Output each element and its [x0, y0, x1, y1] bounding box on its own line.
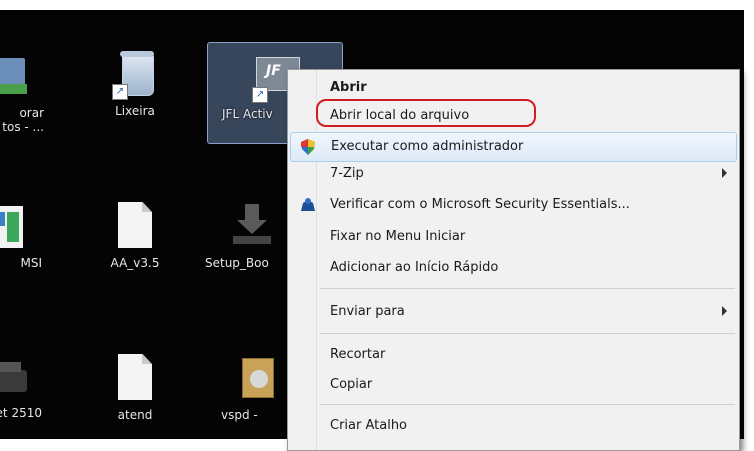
menu-item-label: Executar como administrador: [331, 139, 524, 154]
icon-label: et 2510: [0, 406, 42, 420]
icon-label: orar: [19, 106, 44, 120]
menu-item-label: Enviar para: [330, 304, 405, 319]
desktop-icon-atend[interactable]: atend: [95, 352, 175, 422]
desktop-icon-msi[interactable]: MSI: [0, 200, 46, 270]
desktop-icon-partial-top[interactable]: ↗ orar tos - ...: [0, 50, 46, 134]
menu-separator: [320, 288, 735, 289]
shortcut-arrow-icon: ↗: [252, 87, 268, 103]
application-icon: ↗: [0, 50, 29, 102]
security-essentials-icon: [300, 197, 315, 211]
menu-item-label: Verificar com o Microsoft Security Essen…: [330, 197, 630, 212]
installer-icon: [227, 200, 273, 252]
menu-item-abrir[interactable]: Abrir: [290, 74, 737, 102]
desktop-icon-aa-v35[interactable]: AA_v3.5: [95, 200, 175, 270]
menu-item-7-zip[interactable]: 7-Zip: [290, 160, 737, 188]
menu-item-criar-atalho[interactable]: Criar Atalho: [290, 412, 737, 440]
icon-label: vspd -: [221, 408, 258, 422]
menu-item-label: Criar Atalho: [330, 418, 408, 433]
menu-item-fixar-no-menu-iniciar[interactable]: Fixar no Menu Iniciar: [290, 223, 737, 251]
menu-separator: [320, 333, 735, 334]
image-border-top: [0, 0, 754, 10]
icon-label: MSI: [20, 256, 42, 270]
icon-label: Setup_Boo: [205, 256, 269, 270]
desktop-icon-lixeira[interactable]: ↗ Lixeira: [95, 48, 175, 118]
menu-item-enviar-para[interactable]: Enviar para: [290, 298, 737, 326]
desktop-icon-vspd[interactable]: vspd -: [215, 352, 295, 422]
recycle-bin-icon: ↗: [112, 48, 158, 100]
installer-package-icon: [232, 352, 278, 404]
menu-separator: [320, 404, 735, 405]
submenu-arrow-icon: [722, 168, 727, 178]
icon-label: Lixeira: [115, 104, 155, 118]
icon-label: AA_v3.5: [110, 256, 160, 270]
menu-item-recortar[interactable]: Recortar: [290, 341, 737, 369]
menu-item-label: Recortar: [330, 347, 386, 362]
icon-label: atend: [117, 408, 153, 422]
application-icon: [0, 200, 29, 252]
icon-label: tos - ...: [2, 120, 44, 134]
document-icon: [112, 352, 158, 404]
menu-item-label: Abrir: [330, 80, 367, 95]
menu-item-label: Copiar: [330, 377, 373, 392]
shortcut-arrow-icon: ↗: [112, 84, 128, 100]
menu-item-copiar[interactable]: Copiar: [290, 371, 737, 399]
menu-item-label: Adicionar ao Início Rápido: [330, 260, 499, 275]
annotation-highlight-ring: [316, 99, 536, 127]
image-border-right: [744, 0, 754, 439]
menu-item-adicionar-ao-inicio-rapido[interactable]: Adicionar ao Início Rápido: [290, 254, 737, 282]
menu-item-label: Fixar no Menu Iniciar: [330, 229, 466, 244]
menu-item-verificar-security-essentials[interactable]: Verificar com o Microsoft Security Essen…: [290, 191, 737, 219]
submenu-arrow-icon: [722, 306, 727, 316]
printer-icon: [0, 350, 29, 402]
document-icon: [112, 200, 158, 252]
desktop-icon-setup-boo[interactable]: Setup_Boo: [205, 200, 295, 270]
menu-item-label: 7-Zip: [330, 166, 364, 181]
menu-item-executar-como-administrador[interactable]: Executar como administrador: [290, 132, 737, 162]
desktop-icon-printer[interactable]: et 2510: [0, 350, 46, 420]
uac-shield-icon: [301, 139, 315, 155]
